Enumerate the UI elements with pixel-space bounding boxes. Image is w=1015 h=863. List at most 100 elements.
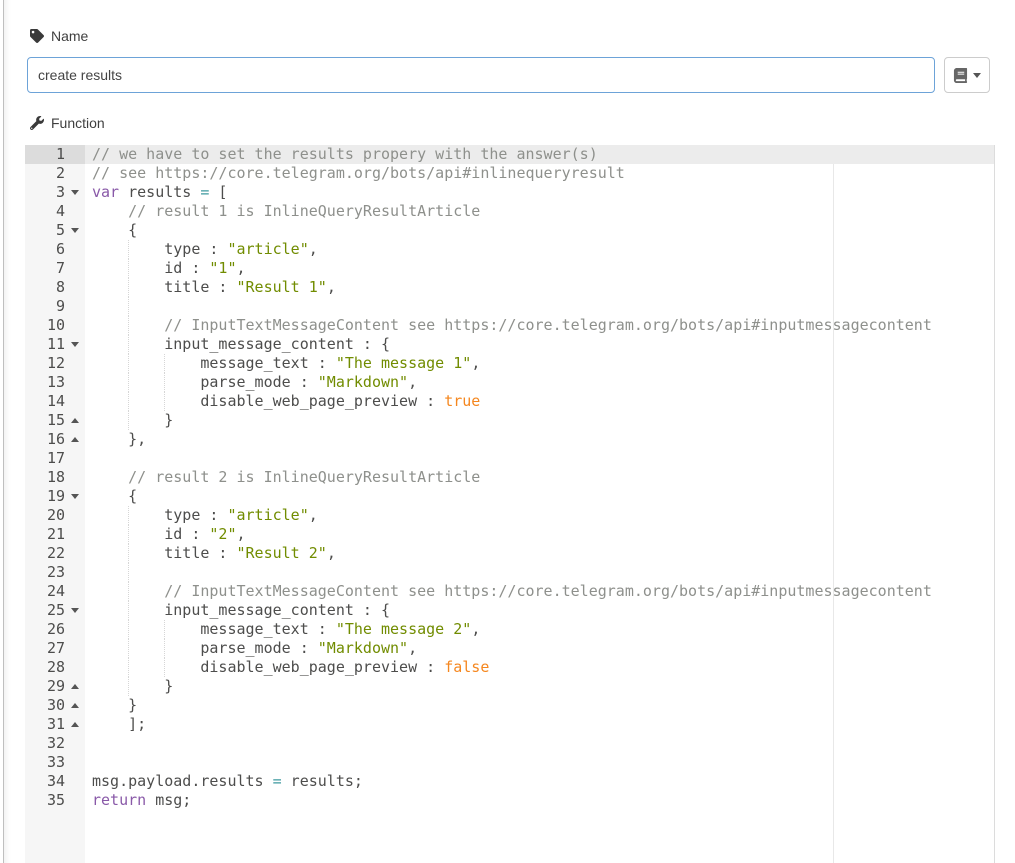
gutter-line-13[interactable]: 13 — [25, 373, 85, 392]
gutter-line-18[interactable]: 18 — [25, 468, 85, 487]
code-line-5[interactable]: { — [85, 221, 994, 240]
gutter-line-32[interactable]: 32 — [25, 734, 85, 753]
token-plain: title : — [92, 544, 237, 562]
code-line-35[interactable]: return msg; — [85, 791, 994, 810]
code-line-15[interactable]: } — [85, 411, 994, 430]
fold-open-icon[interactable] — [65, 335, 85, 354]
node-edit-panel: Name Function 12345678910111213141516171… — [3, 0, 1015, 863]
fold-close-icon[interactable] — [65, 677, 85, 696]
indent-guide — [128, 620, 129, 639]
fold-open-icon[interactable] — [65, 221, 85, 240]
fold-open-icon[interactable] — [65, 183, 85, 202]
code-line-34[interactable]: msg.payload.results = results; — [85, 772, 994, 791]
fold-open-icon[interactable] — [65, 601, 85, 620]
gutter-line-11[interactable]: 11 — [25, 335, 85, 354]
gutter-line-22[interactable]: 22 — [25, 544, 85, 563]
token-plain: [ — [209, 183, 227, 201]
gutter-line-5[interactable]: 5 — [25, 221, 85, 240]
gutter-line-34[interactable]: 34 — [25, 772, 85, 791]
gutter-line-25[interactable]: 25 — [25, 601, 85, 620]
code-line-29[interactable]: } — [85, 677, 994, 696]
gutter-line-29[interactable]: 29 — [25, 677, 85, 696]
code-line-16[interactable]: }, — [85, 430, 994, 449]
gutter-line-33[interactable]: 33 — [25, 753, 85, 772]
gutter-line-35[interactable]: 35 — [25, 791, 85, 810]
fold-close-icon[interactable] — [65, 696, 85, 715]
gutter-line-6[interactable]: 6 — [25, 240, 85, 259]
fold-close-icon[interactable] — [65, 715, 85, 734]
line-number: 16 — [25, 430, 65, 449]
gutter-line-8[interactable]: 8 — [25, 278, 85, 297]
gutter-line-3[interactable]: 3 — [25, 183, 85, 202]
code-line-20[interactable]: type : "article", — [85, 506, 994, 525]
gutter-line-17[interactable]: 17 — [25, 449, 85, 468]
gutter-line-15[interactable]: 15 — [25, 411, 85, 430]
code-line-14[interactable]: disable_web_page_preview : true — [85, 392, 994, 411]
gutter-line-10[interactable]: 10 — [25, 316, 85, 335]
code-line-25[interactable]: input_message_content : { — [85, 601, 994, 620]
gutter-line-9[interactable]: 9 — [25, 297, 85, 316]
name-input[interactable] — [27, 57, 935, 93]
code-line-28[interactable]: disable_web_page_preview : false — [85, 658, 994, 677]
fold-close-icon[interactable] — [65, 411, 85, 430]
token-string: "article" — [227, 240, 308, 258]
gutter-line-7[interactable]: 7 — [25, 259, 85, 278]
token-plain: id : — [92, 525, 209, 543]
code-line-22[interactable]: title : "Result 2", — [85, 544, 994, 563]
line-number: 3 — [25, 183, 65, 202]
gutter-line-20[interactable]: 20 — [25, 506, 85, 525]
gutter-line-28[interactable]: 28 — [25, 658, 85, 677]
code-line-9[interactable] — [85, 297, 994, 316]
indent-guide — [128, 563, 129, 582]
gutter-line-23[interactable]: 23 — [25, 563, 85, 582]
fold-spacer — [65, 791, 85, 810]
gutter-line-26[interactable]: 26 — [25, 620, 85, 639]
code-line-19[interactable]: { — [85, 487, 994, 506]
gutter-line-19[interactable]: 19 — [25, 487, 85, 506]
code-line-26[interactable]: message_text : "The message 2", — [85, 620, 994, 639]
gutter-line-1[interactable]: 1 — [25, 145, 85, 164]
gutter-line-16[interactable]: 16 — [25, 430, 85, 449]
code-line-31[interactable]: ]; — [85, 715, 994, 734]
code-line-13[interactable]: parse_mode : "Markdown", — [85, 373, 994, 392]
code-line-12[interactable]: message_text : "The message 1", — [85, 354, 994, 373]
indent-guide — [128, 658, 129, 677]
library-button[interactable] — [944, 57, 990, 93]
code-line-11[interactable]: input_message_content : { — [85, 335, 994, 354]
code-line-10[interactable]: // InputTextMessageContent see https://c… — [85, 316, 994, 335]
code-line-6[interactable]: type : "article", — [85, 240, 994, 259]
gutter-line-30[interactable]: 30 — [25, 696, 85, 715]
fold-close-icon[interactable] — [65, 430, 85, 449]
code-line-32[interactable] — [85, 734, 994, 753]
fold-spacer — [65, 772, 85, 791]
code-line-23[interactable] — [85, 563, 994, 582]
code-line-18[interactable]: // result 2 is InlineQueryResultArticle — [85, 468, 994, 487]
code-line-1[interactable]: // we have to set the results propery wi… — [85, 145, 994, 164]
function-code-editor[interactable]: 1234567891011121314151617181920212223242… — [25, 145, 995, 863]
gutter-line-14[interactable]: 14 — [25, 392, 85, 411]
gutter-line-27[interactable]: 27 — [25, 639, 85, 658]
gutter-line-21[interactable]: 21 — [25, 525, 85, 544]
token-boolean: false — [444, 658, 489, 676]
code-line-30[interactable]: } — [85, 696, 994, 715]
code-line-17[interactable] — [85, 449, 994, 468]
gutter-line-12[interactable]: 12 — [25, 354, 85, 373]
code-line-7[interactable]: id : "1", — [85, 259, 994, 278]
gutter-line-2[interactable]: 2 — [25, 164, 85, 183]
code-line-21[interactable]: id : "2", — [85, 525, 994, 544]
code-line-8[interactable]: title : "Result 1", — [85, 278, 994, 297]
code-line-2[interactable]: // see https://core.telegram.org/bots/ap… — [85, 164, 994, 183]
indent-guide — [128, 677, 129, 696]
fold-open-icon[interactable] — [65, 487, 85, 506]
code-line-24[interactable]: // InputTextMessageContent see https://c… — [85, 582, 994, 601]
token-plain: , — [237, 259, 246, 277]
code-line-3[interactable]: var results = [ — [85, 183, 994, 202]
code-line-33[interactable] — [85, 753, 994, 772]
editor-code-area[interactable]: // we have to set the results propery wi… — [85, 145, 994, 863]
code-line-27[interactable]: parse_mode : "Markdown", — [85, 639, 994, 658]
gutter-line-4[interactable]: 4 — [25, 202, 85, 221]
fold-spacer — [65, 753, 85, 772]
gutter-line-31[interactable]: 31 — [25, 715, 85, 734]
gutter-line-24[interactable]: 24 — [25, 582, 85, 601]
code-line-4[interactable]: // result 1 is InlineQueryResultArticle — [85, 202, 994, 221]
